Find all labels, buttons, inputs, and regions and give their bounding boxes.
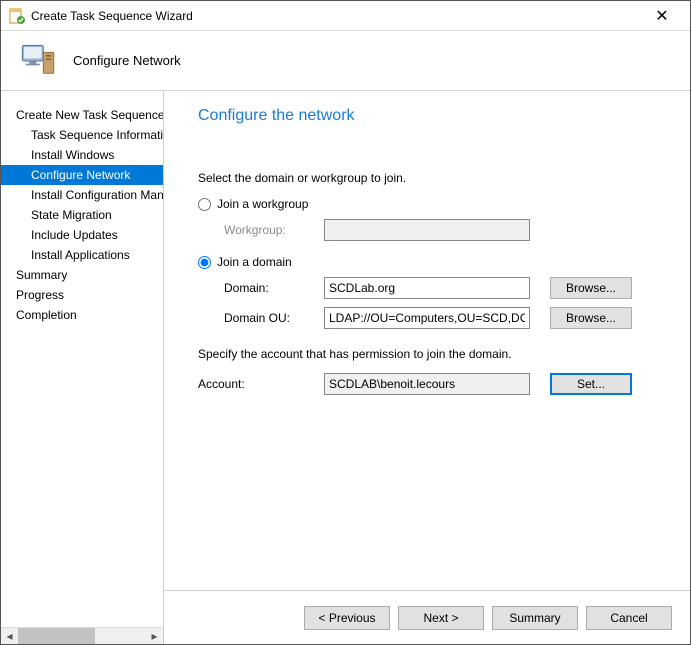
nav-item-0[interactable]: Create New Task Sequence: [1, 105, 163, 125]
instruction-account: Specify the account that has permission …: [198, 347, 668, 361]
nav-item-5[interactable]: State Migration: [1, 205, 163, 225]
scroll-left-icon[interactable]: ◂: [1, 628, 18, 645]
titlebar: Create Task Sequence Wizard ✕: [1, 1, 690, 31]
cancel-button[interactable]: Cancel: [586, 606, 672, 630]
nav-item-4[interactable]: Install Configuration Manager Client: [1, 185, 163, 205]
set-account-button[interactable]: Set...: [550, 373, 632, 395]
close-icon[interactable]: ✕: [642, 6, 682, 26]
radio-join-domain[interactable]: Join a domain: [198, 255, 668, 269]
nav-item-6[interactable]: Include Updates: [1, 225, 163, 245]
wizard-icon: [9, 8, 25, 24]
domain-ou-input[interactable]: [324, 307, 530, 329]
previous-button[interactable]: < Previous: [304, 606, 390, 630]
wizard-nav: Create New Task SequenceTask Sequence In…: [1, 91, 164, 644]
browse-ou-button[interactable]: Browse...: [550, 307, 632, 329]
nav-item-1[interactable]: Task Sequence Information: [1, 125, 163, 145]
content-panel: Configure the network Select the domain …: [164, 91, 690, 590]
domain-input[interactable]: [324, 277, 530, 299]
radio-join-domain-label: Join a domain: [217, 255, 292, 269]
nav-item-3[interactable]: Configure Network: [1, 165, 163, 185]
radio-join-workgroup[interactable]: Join a workgroup: [198, 197, 668, 211]
sidebar-scrollbar[interactable]: ◂ ▸: [1, 627, 163, 644]
account-input[interactable]: [324, 373, 530, 395]
page-header-title: Configure Network: [73, 53, 181, 68]
radio-join-domain-input[interactable]: [198, 256, 211, 269]
nav-item-7[interactable]: Install Applications: [1, 245, 163, 265]
account-label: Account:: [198, 377, 324, 391]
instruction-join: Select the domain or workgroup to join.: [198, 171, 668, 185]
nav-item-2[interactable]: Install Windows: [1, 145, 163, 165]
summary-button[interactable]: Summary: [492, 606, 578, 630]
workgroup-label: Workgroup:: [198, 223, 324, 237]
nav-item-10[interactable]: Completion: [1, 305, 163, 325]
content-heading: Configure the network: [198, 107, 668, 125]
radio-join-workgroup-input[interactable]: [198, 198, 211, 211]
workgroup-input: [324, 219, 530, 241]
browse-domain-button[interactable]: Browse...: [550, 277, 632, 299]
wizard-footer: < Previous Next > Summary Cancel: [164, 590, 690, 644]
nav-item-8[interactable]: Summary: [1, 265, 163, 285]
window-title: Create Task Sequence Wizard: [31, 9, 642, 23]
workstation-icon: [17, 40, 59, 82]
radio-join-workgroup-label: Join a workgroup: [217, 197, 308, 211]
scroll-right-icon[interactable]: ▸: [146, 628, 163, 645]
domain-ou-label: Domain OU:: [198, 311, 324, 325]
page-header: Configure Network: [1, 31, 690, 91]
nav-item-9[interactable]: Progress: [1, 285, 163, 305]
next-button[interactable]: Next >: [398, 606, 484, 630]
domain-label: Domain:: [198, 281, 324, 295]
